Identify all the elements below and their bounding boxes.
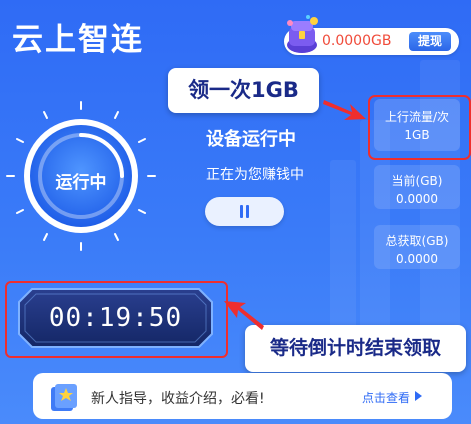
withdraw-button[interactable]: 提现: [409, 32, 451, 51]
status-title: 设备运行中: [206, 129, 296, 150]
total-stat-card: 总获取(GB) 0.0000: [374, 225, 460, 269]
treasure-icon: [287, 15, 318, 53]
red-arrow-icon: [224, 301, 264, 330]
callout-claim: 领一次1GB: [168, 68, 319, 113]
current-value: 0.0000: [396, 192, 438, 206]
app-title: 云上智连: [12, 22, 144, 58]
total-value: 0.0000: [396, 252, 438, 266]
newbie-guide-bar[interactable]: 新人指导，收益介绍，必看! 点击查看: [33, 373, 452, 419]
app-screen: 云上智连 0.0000GB 提现 运行中 设备运行中 正在为您赚钱中 上行流量/…: [0, 0, 471, 424]
status-subtitle: 正在为您赚钱中: [206, 167, 304, 183]
guide-book-icon: [51, 384, 77, 411]
guide-view-link[interactable]: 点击查看: [362, 389, 410, 406]
callout-wait: 等待倒计时结束领取: [245, 325, 466, 372]
pause-button[interactable]: [205, 197, 284, 226]
total-label: 总获取(GB): [385, 234, 449, 248]
balance-pill: 0.0000GB 提现: [284, 15, 459, 55]
play-arrow-icon: [415, 391, 422, 401]
current-label: 当前(GB): [391, 174, 443, 188]
current-stat-card: 当前(GB) 0.0000: [374, 165, 460, 209]
countdown-timer: 00:19:50: [48, 303, 183, 333]
red-arrow-icon: [323, 100, 366, 120]
upload-highlight-box: [368, 95, 471, 160]
balance-value: 0.0000GB: [322, 33, 392, 49]
dial-ticks: [6, 101, 156, 251]
guide-text: 新人指导，收益介绍，必看!: [91, 391, 265, 407]
